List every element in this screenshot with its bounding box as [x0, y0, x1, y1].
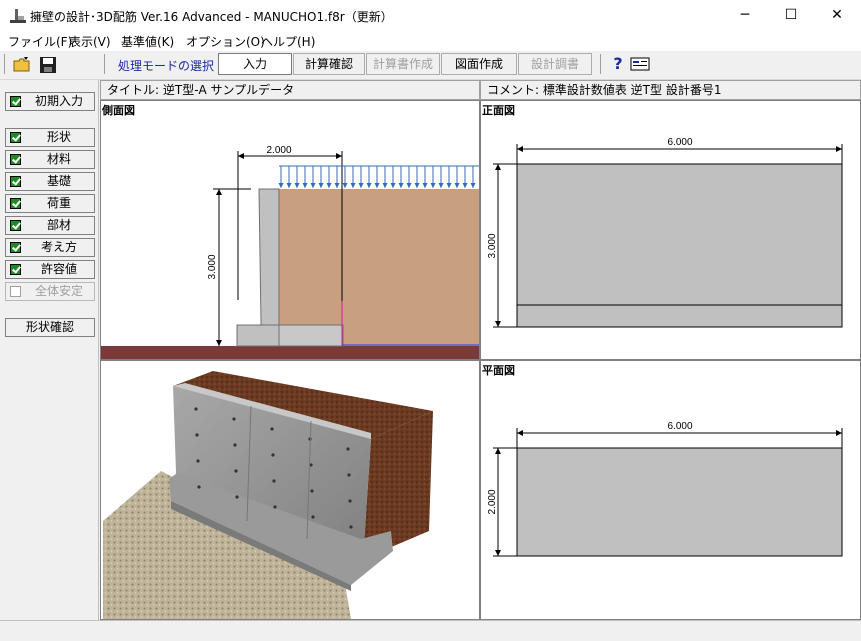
menu-bar: ファイル(F) 表示(V) 基準値(K) オプション(O) ヘルプ(H): [0, 31, 861, 51]
tie-hole: [197, 485, 201, 489]
status-bar: [0, 620, 861, 641]
tab-drawing-create[interactable]: 図面作成: [441, 53, 517, 75]
menu-view[interactable]: 表示(V): [69, 33, 111, 50]
side-view-drawing: 2.000 3.000: [101, 145, 479, 359]
tie-hole: [195, 433, 199, 437]
tie-hole: [270, 427, 274, 431]
input-sidebar: 初期入力 形状 材料 基礎 荷重 部材 考え方 許容値 全体安定 形状確認: [0, 80, 99, 620]
front-view-pane: 正面図 6.000 3.000: [480, 100, 861, 360]
title-info-bar: タイトル: 逆T型-A サンプルデータ: [100, 80, 480, 100]
tie-hole: [233, 443, 237, 447]
tab-input[interactable]: 入力: [218, 53, 292, 75]
sidebar-item-approach[interactable]: 考え方: [5, 238, 95, 257]
menu-options[interactable]: オプション(O): [186, 33, 265, 50]
toolbar: 処理モードの選択 入力 計算確認 計算書作成 図面作成 設計調書 ?: [0, 51, 861, 80]
sidebar-item-member[interactable]: 部材: [5, 216, 95, 235]
sidebar-item-initial-input[interactable]: 初期入力: [5, 92, 95, 111]
checkbox-icon: [10, 264, 21, 275]
checkbox-icon: [10, 176, 21, 187]
question-icon[interactable]: ?: [608, 54, 628, 74]
menu-standards[interactable]: 基準値(K): [121, 33, 174, 50]
tie-hole: [232, 417, 236, 421]
heel-slab: [278, 324, 344, 347]
tie-hole: [196, 459, 200, 463]
menu-file[interactable]: ファイル(F): [8, 33, 72, 50]
checkbox-icon: [10, 96, 21, 107]
tab-calc-confirm[interactable]: 計算確認: [293, 53, 365, 75]
backfill-soil: [279, 189, 479, 346]
checkbox-icon: [10, 154, 21, 165]
app-icon: [10, 9, 26, 23]
side-width-label: 2.000: [266, 145, 291, 156]
plan-wall-rect: [516, 447, 843, 557]
checkbox-icon: [10, 198, 21, 209]
checkbox-icon: [10, 132, 21, 143]
toolbar-separator: [4, 54, 5, 74]
ground-strip: [101, 346, 479, 359]
tie-hole: [349, 525, 353, 529]
tab-design-record[interactable]: 設計調書: [518, 53, 592, 75]
maximize-button[interactable]: ☐: [768, 0, 814, 31]
window-title: 擁壁の設計･3D配筋 Ver.16 Advanced - MANUCHO1.f8…: [30, 10, 393, 24]
tie-hole: [272, 479, 276, 483]
close-button[interactable]: ✕: [814, 0, 860, 31]
card-icon[interactable]: [630, 56, 650, 72]
side-height-label: 3.000: [207, 254, 218, 279]
tab-report-create[interactable]: 計算書作成: [366, 53, 440, 75]
front-view-drawing: 6.000 3.000: [487, 137, 843, 328]
3d-wall-model[interactable]: [101, 361, 479, 619]
checkbox-icon: [10, 220, 21, 231]
checkbox-icon: [10, 242, 21, 253]
tie-hole: [234, 469, 238, 473]
tie-hole: [348, 499, 352, 503]
tie-hole: [311, 515, 315, 519]
sidebar-item-allowable[interactable]: 許容値: [5, 260, 95, 279]
tie-hole: [194, 407, 198, 411]
tie-hole: [310, 489, 314, 493]
mode-select-label: 処理モードの選択: [118, 59, 215, 73]
tie-hole: [346, 447, 350, 451]
toolbar-separator: [104, 54, 105, 74]
front-height-label: 3.000: [487, 233, 498, 258]
sidebar-item-material[interactable]: 材料: [5, 150, 95, 169]
sidebar-item-shape[interactable]: 形状: [5, 128, 95, 147]
toolbar-separator: [600, 54, 601, 74]
minimize-button[interactable]: ─: [722, 0, 768, 31]
plan-width-label: 6.000: [667, 421, 692, 432]
sidebar-item-overall-stability[interactable]: 全体安定: [5, 282, 95, 301]
tie-hole: [347, 473, 351, 477]
plan-view-pane: 平面図 6.000 2.000: [480, 360, 861, 620]
checkbox-icon: [10, 286, 21, 297]
front-wall-rect: [516, 163, 843, 328]
tie-hole: [235, 495, 239, 499]
title-bar: 擁壁の設計･3D配筋 Ver.16 Advanced - MANUCHO1.f8…: [0, 0, 861, 31]
shape-confirm-button[interactable]: 形状確認: [5, 318, 95, 337]
comment-info-bar: コメント: 標準設計数値表 逆T型 設計番号1: [480, 80, 861, 100]
tie-hole: [273, 505, 277, 509]
menu-help[interactable]: ヘルプ(H): [261, 33, 315, 50]
plan-height-label: 2.000: [487, 489, 498, 514]
open-folder-icon[interactable]: [12, 55, 32, 75]
3d-view-pane[interactable]: [100, 360, 480, 620]
sidebar-item-load[interactable]: 荷重: [5, 194, 95, 213]
surcharge-arrows: [278, 166, 476, 188]
front-width-label: 6.000: [667, 137, 692, 148]
plan-view-drawing: 6.000 2.000: [487, 421, 843, 557]
sidebar-item-foundation[interactable]: 基礎: [5, 172, 95, 191]
side-view-pane: 側面図 2.000 3.000: [100, 100, 480, 360]
save-disk-icon[interactable]: [38, 55, 58, 75]
tie-hole: [271, 453, 275, 457]
wall-stem: [258, 188, 280, 326]
